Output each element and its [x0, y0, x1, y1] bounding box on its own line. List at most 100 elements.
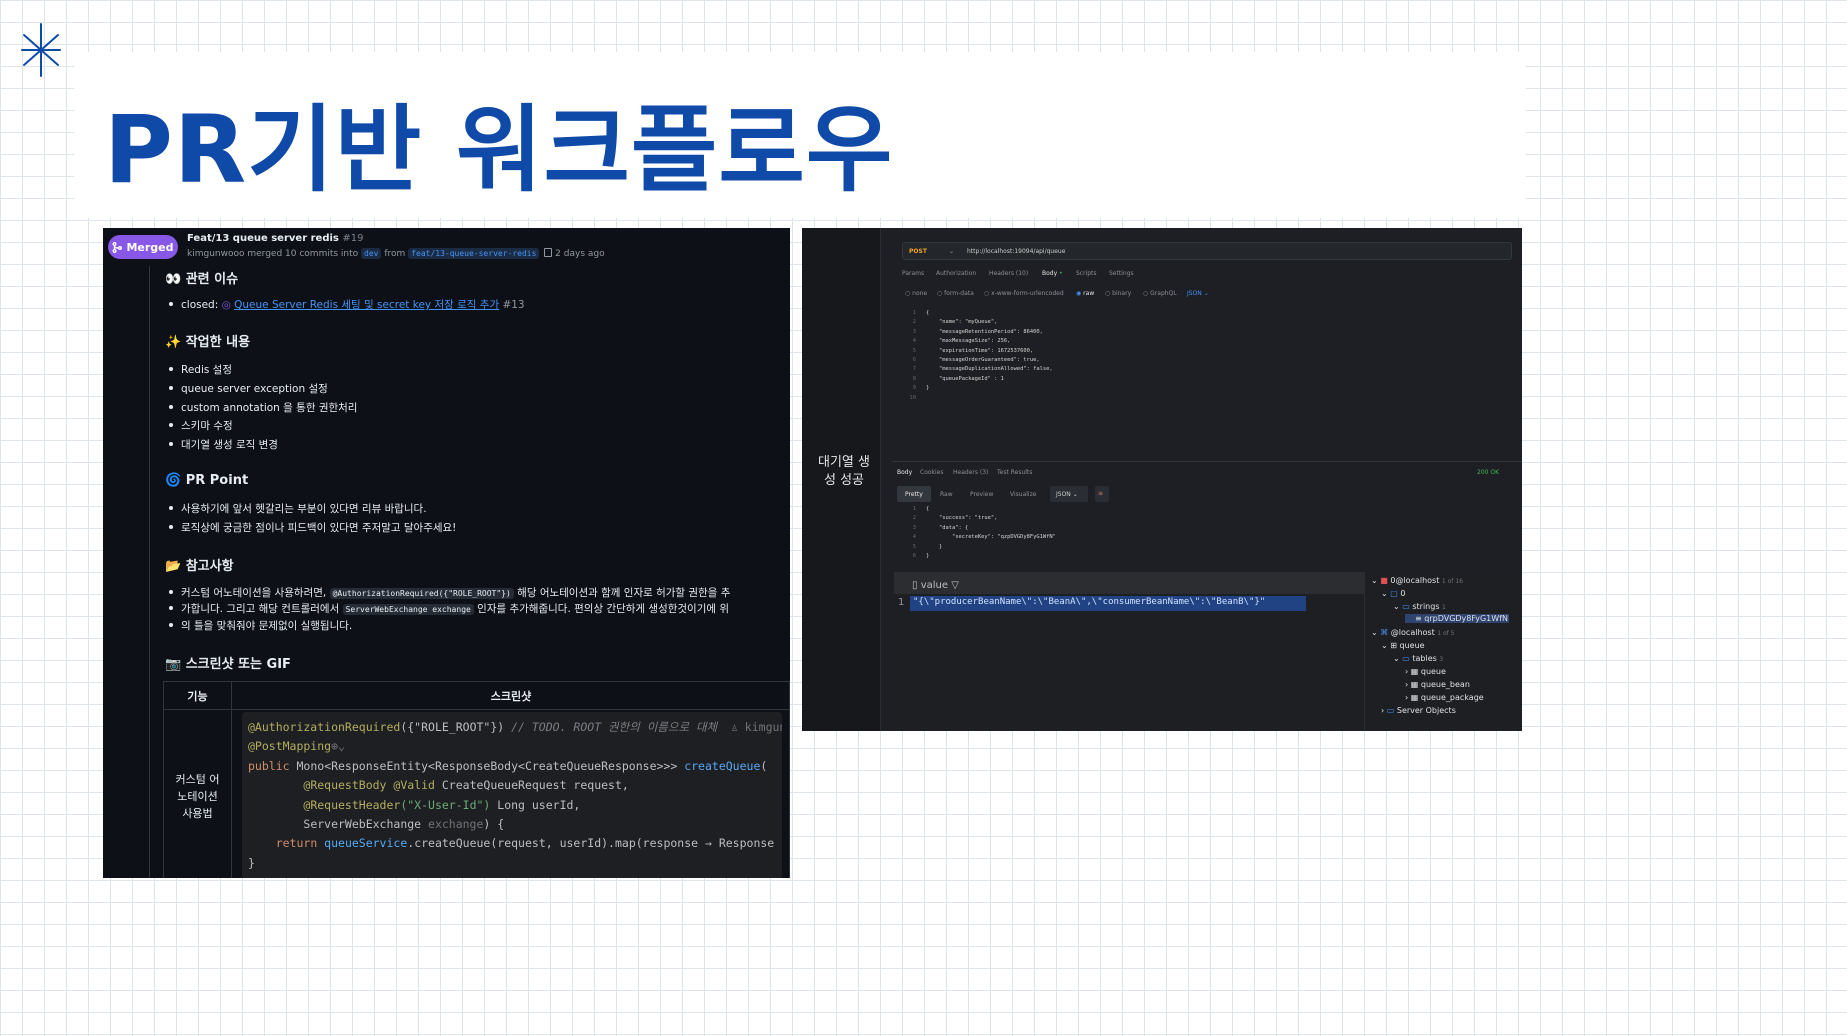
value-column-header[interactable]: ▯ value ▽ — [912, 580, 959, 591]
screenshot-table: 기능 스크린샷 커스텀 어노테이션 사용법 @AuthorizationRequ… — [163, 681, 790, 878]
table-icon: ▦ — [1410, 667, 1419, 676]
folder-icon: ▭ — [1386, 706, 1395, 715]
row-number: 1 — [898, 597, 905, 608]
resp-tab-body[interactable]: Body — [897, 469, 912, 476]
section-work: ✨ 작업한 내용 — [165, 335, 251, 350]
tab-params[interactable]: Params — [902, 270, 924, 277]
response-line-numbers: 1 2 3 4 5 6 — [912, 506, 916, 560]
request-body-editor[interactable]: { "name": "myQueue", "messageRetentionPe… — [926, 309, 1053, 394]
tab-scripts[interactable]: Scripts — [1076, 270, 1097, 277]
wrap-icon[interactable]: ≡ — [1095, 486, 1109, 502]
redis-icon: ■ — [1380, 576, 1388, 585]
closed-issue: closed: ◎ Queue Server Redis 세팅 및 secret… — [169, 299, 525, 311]
code-screenshot: @AuthorizationRequired({"ROLE_ROOT"}) //… — [242, 712, 782, 878]
key-icon: ≡ — [1415, 614, 1422, 623]
section-pr-point: 🌀 PR Point — [165, 473, 249, 488]
folder-icon: ▭ — [1402, 602, 1410, 611]
json-select[interactable]: JSON ⌄ — [1187, 290, 1209, 297]
table-icon: ▦ — [1410, 680, 1419, 689]
tab-authorization[interactable]: Authorization — [936, 270, 976, 277]
work-item: queue server exception 설정 — [169, 383, 328, 395]
view-pretty[interactable]: Pretty — [897, 486, 931, 502]
response-body: { "success": "true", "data": { "secreteK… — [926, 506, 1056, 560]
tree-key[interactable]: ≡ qrpDVGDy8FyG1WfN — [1405, 614, 1509, 623]
memo-icon: 📂 — [165, 559, 186, 574]
tree-tables[interactable]: ⌄ ▭ tables 3 — [1393, 654, 1443, 663]
value-header — [894, 572, 1364, 594]
resp-tab-tests[interactable]: Test Results — [997, 469, 1032, 476]
tree-conn-postgres[interactable]: ⌄ ⌘ @localhost 1 of 5 — [1371, 628, 1455, 637]
format-select[interactable]: JSON ⌄ — [1050, 486, 1088, 502]
tree-table-queue-bean[interactable]: › ▦ queue_bean — [1405, 680, 1470, 689]
tree-strings[interactable]: ⌄ ▭ strings 1 — [1393, 602, 1446, 611]
closed-check-icon: ◎ — [221, 299, 231, 311]
notes-line: 가합니다. 그리고 해당 컨트롤러에서 ServerWebExchange ex… — [168, 603, 730, 615]
view-preview[interactable]: Preview — [970, 491, 993, 498]
body-type-none[interactable]: ○ none — [905, 290, 927, 297]
body-type-raw[interactable]: ◉ raw — [1076, 290, 1094, 297]
timeline-rail — [149, 266, 150, 878]
tree-table-queue[interactable]: › ▦ queue — [1405, 667, 1446, 676]
section-related: 👀 관련 이슈 — [165, 272, 239, 287]
pr-point-item: 사용하기에 앞서 헷갈리는 부분이 있다면 리뷰 바랍니다. — [169, 503, 427, 515]
pr-author[interactable]: kimgunwooo — [187, 249, 244, 259]
request-url-bar[interactable]: POST ⌄ http://localhost:19094/api/queue — [902, 242, 1512, 260]
db-icon: ▢ — [1390, 589, 1398, 598]
work-item: custom annotation 을 통한 권한처리 — [168, 402, 358, 414]
tree-conn-redis[interactable]: ⌄ ■ 0@localhost 1 of 16 — [1371, 576, 1463, 585]
notes-line: 커스텀 어노테이션을 사용하려면, @AuthorizationRequired… — [168, 587, 731, 599]
tree-table-queue-package[interactable]: › ▦ queue_package — [1405, 693, 1484, 702]
pr-header: Merged Feat/13 queue server redis #19 ki… — [103, 228, 790, 266]
notes-line: 의 틀을 맞춰줘야 문제없이 실행됩니다. — [168, 620, 353, 632]
caption-text: 대기열 생성 성공 — [818, 455, 870, 488]
work-item: 대기열 생성 로직 변경 — [169, 439, 278, 451]
column-icon: ▯ — [912, 580, 918, 591]
pr-number: #19 — [342, 233, 364, 244]
request-line-numbers: 1 2 3 4 5 6 7 8 9 10 — [909, 310, 917, 401]
cyclone-icon: 🌀 — [165, 473, 186, 488]
merged-label: Merged — [126, 240, 174, 254]
github-pr-screenshot: Merged Feat/13 queue server redis #19 ki… — [103, 228, 790, 878]
body-type-binary[interactable]: ○ binary — [1105, 290, 1131, 297]
filter-icon[interactable]: ▽ — [951, 580, 959, 591]
body-type-form-data[interactable]: ○ form-data — [937, 290, 974, 297]
table-divider — [231, 682, 232, 878]
resp-tab-cookies[interactable]: Cookies — [920, 469, 944, 476]
tree-schema[interactable]: ⌄ ⊞ queue — [1381, 641, 1425, 650]
view-raw[interactable]: Raw — [940, 491, 953, 498]
pr-point-item: 로직상에 궁금한 점이나 피드백이 있다면 주저말고 달아주세요! — [168, 522, 457, 534]
merge-icon — [112, 241, 123, 253]
copy-icon[interactable] — [544, 248, 553, 257]
section-notes: 📂 참고사항 — [165, 559, 234, 574]
tab-body[interactable]: Body • — [1042, 270, 1063, 277]
table-header-screenshot: 스크린샷 — [231, 682, 790, 710]
merged-badge: Merged — [108, 235, 178, 259]
pr-title[interactable]: Feat/13 queue server redis #19 — [187, 233, 363, 244]
pr-time: 2 days ago — [555, 249, 605, 259]
sparkles-icon: ✨ — [165, 335, 186, 350]
table-row-label: 커스텀 어노테이션 사용법 — [175, 772, 220, 820]
postman-screenshot: 대기열 생성 성공 POST ⌄ http://localhost:19094/… — [802, 228, 1522, 731]
view-visualize[interactable]: Visualize — [1010, 491, 1036, 498]
method-select[interactable]: POST ⌄ — [909, 248, 954, 255]
tab-headers[interactable]: Headers (10) — [989, 270, 1028, 277]
page-title: PR기반 워크플로우 — [104, 96, 894, 205]
issue-link[interactable]: Queue Server Redis 세팅 및 secret key 저장 로직… — [234, 299, 499, 311]
asterisk-star-icon — [21, 23, 61, 77]
schema-icon: ⊞ — [1390, 641, 1397, 650]
work-item: 스키마 수정 — [169, 420, 233, 432]
tree-server-objects[interactable]: › ▭ Server Objects — [1381, 706, 1456, 715]
tab-settings[interactable]: Settings — [1109, 270, 1134, 277]
value-cell[interactable]: "{\"producerBeanName\":\"BeanA\",\"consu… — [910, 596, 1306, 611]
resp-tab-headers[interactable]: Headers (3) — [953, 469, 988, 476]
url-input[interactable]: http://localhost:19094/api/queue — [967, 248, 1065, 255]
head-branch[interactable]: feat/13-queue-server-redis — [408, 248, 540, 259]
tree-db0[interactable]: ⌄ ▢ 0 — [1381, 589, 1405, 598]
body-type-graphql[interactable]: ○ GraphQL — [1143, 290, 1177, 297]
base-branch[interactable]: dev — [361, 248, 382, 259]
section-screenshots: 📷 스크린샷 또는 GIF — [165, 657, 291, 672]
camera-icon: 📷 — [165, 657, 186, 672]
body-type-urlencoded[interactable]: ○ x-www-form-urlencoded — [984, 290, 1064, 297]
redis-value-viewer: ▯ value ▽ 1 "{\"producerBeanName\":\"Bea… — [894, 572, 1364, 731]
divider — [892, 461, 1522, 462]
